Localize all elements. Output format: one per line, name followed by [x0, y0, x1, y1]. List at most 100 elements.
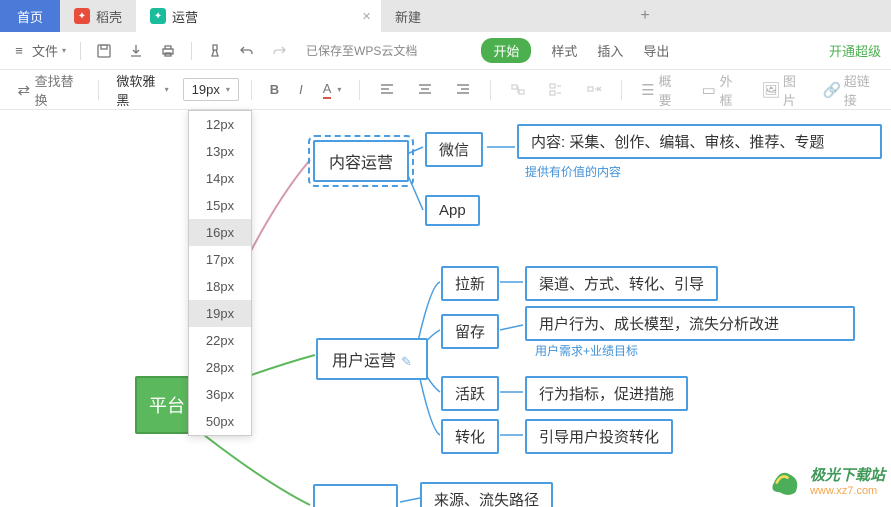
mindmap-canvas[interactable]: 平台 内容运营 微信 App 内容: 采集、创作、编辑、审核、推荐、专题 提供有… — [0, 110, 891, 507]
undo-button[interactable] — [238, 42, 256, 60]
tab-daoke[interactable]: ✦ 稻壳 — [60, 0, 136, 32]
node-u2-note: 用户需求+业绩目标 — [535, 342, 638, 359]
vip-link[interactable]: 开通超级 — [829, 41, 881, 60]
toolbar-main: ≡ 文件 ▾ 已保存至WPS云文档 开始 样式 插入 导出 开通超级 — [0, 32, 891, 70]
node-text: 微信 — [439, 142, 469, 159]
overview-button[interactable]: ☰概要 — [634, 67, 687, 113]
align-right-button[interactable] — [448, 77, 478, 103]
hyperlink-label: 超链接 — [844, 71, 875, 109]
menu-group: 开始 样式 插入 导出 — [481, 38, 669, 63]
divider — [191, 42, 192, 60]
separator — [98, 80, 99, 100]
caret-down-icon: ▾ — [337, 85, 341, 94]
font-size-option[interactable]: 16px — [189, 219, 251, 246]
node-text: 活跃 — [455, 386, 485, 403]
tab-active[interactable]: ✦ 运营 × — [136, 0, 381, 32]
frame-button[interactable]: ▭外框 — [695, 67, 748, 113]
font-color-button[interactable]: A▾ — [317, 77, 348, 103]
node-extra-empty[interactable] — [313, 484, 398, 507]
menu-insert[interactable]: 插入 — [597, 41, 623, 60]
divider — [80, 42, 81, 60]
print-icon — [159, 42, 177, 60]
node-app[interactable]: App — [425, 195, 480, 226]
print-button[interactable] — [159, 42, 177, 60]
node-text: 转化 — [455, 429, 485, 446]
delete-node-button[interactable] — [579, 77, 609, 103]
node-u2[interactable]: 留存 — [441, 314, 499, 349]
align-left-icon — [378, 81, 396, 99]
node-source[interactable]: 来源、流失路径 — [420, 482, 553, 507]
mindmap-icon: ✦ — [150, 8, 166, 24]
watermark-url: www.xz7.com — [810, 485, 885, 497]
toolbar-format: ⇄ 查找替换 微软雅黑 ▾ 19px ▾ B I A▾ ☰概要 ▭外框 🖼图片 … — [0, 70, 891, 110]
font-size-select[interactable]: 19px ▾ — [183, 78, 239, 101]
menu-style[interactable]: 样式 — [551, 41, 577, 60]
tab-add[interactable]: + — [626, 0, 664, 32]
add-child-button[interactable] — [503, 77, 533, 103]
font-size-option[interactable]: 15px — [189, 192, 251, 219]
menu-start[interactable]: 开始 — [481, 38, 531, 63]
brush-icon — [206, 42, 224, 60]
hyperlink-button[interactable]: 🔗超链接 — [817, 67, 881, 113]
separator — [490, 80, 491, 100]
bold-button[interactable]: B — [264, 78, 285, 101]
node-content-note: 提供有价值的内容 — [525, 163, 621, 180]
node-u3[interactable]: 活跃 — [441, 376, 499, 411]
node-content-detail[interactable]: 内容: 采集、创作、编辑、审核、推荐、专题 — [517, 124, 882, 159]
image-button[interactable]: 🖼图片 — [756, 67, 809, 113]
file-label: 文件 — [32, 41, 58, 60]
find-replace-label: 查找替换 — [35, 71, 80, 109]
edit-icon[interactable]: ✎ — [401, 354, 412, 370]
font-size-option[interactable]: 19px — [189, 300, 251, 327]
download-button[interactable] — [127, 42, 145, 60]
font-size-option[interactable]: 14px — [189, 165, 251, 192]
font-size-option[interactable]: 50px — [189, 408, 251, 435]
save-button[interactable] — [95, 42, 113, 60]
font-size-dropdown: 12px13px14px15px16px17px18px19px22px28px… — [188, 110, 252, 436]
close-icon[interactable]: × — [362, 8, 371, 25]
caret-down-icon: ▾ — [62, 46, 66, 55]
font-size-option[interactable]: 13px — [189, 138, 251, 165]
font-size-option[interactable]: 17px — [189, 246, 251, 273]
format-painter-button[interactable] — [206, 42, 224, 60]
node-text: 来源、流失路径 — [434, 492, 539, 507]
node-wechat[interactable]: 微信 — [425, 132, 483, 167]
redo-button[interactable] — [270, 42, 288, 60]
tab-new-label: 新建 — [395, 7, 421, 26]
watermark-logo-icon — [764, 459, 806, 501]
node-u3-detail[interactable]: 行为指标，促进措施 — [525, 376, 688, 411]
add-sibling-button[interactable] — [541, 77, 571, 103]
delete-node-icon — [585, 81, 603, 99]
node-u4[interactable]: 转化 — [441, 419, 499, 454]
image-icon: 🖼 — [762, 81, 780, 99]
font-family-select[interactable]: 微软雅黑 ▾ — [110, 68, 174, 112]
tab-home[interactable]: 首页 — [0, 0, 60, 32]
align-left-button[interactable] — [372, 77, 402, 103]
node-text: 留存 — [455, 324, 485, 341]
font-size-option[interactable]: 18px — [189, 273, 251, 300]
node-u4-detail[interactable]: 引导用户投资转化 — [525, 419, 673, 454]
image-label: 图片 — [783, 71, 803, 109]
align-center-button[interactable] — [410, 77, 440, 103]
font-size-option[interactable]: 36px — [189, 381, 251, 408]
separator — [359, 80, 360, 100]
find-replace-button[interactable]: ⇄ 查找替换 — [10, 67, 86, 113]
node-content-ops[interactable]: 内容运营 — [313, 140, 409, 182]
node-u1[interactable]: 拉新 — [441, 266, 499, 301]
node-text: 拉新 — [455, 276, 485, 293]
menu-export[interactable]: 导出 — [643, 41, 669, 60]
font-name-value: 微软雅黑 — [116, 71, 160, 109]
file-menu[interactable]: ≡ 文件 ▾ — [10, 41, 66, 60]
watermark-title: 极光下载站 — [810, 464, 885, 485]
node-text: 内容: 采集、创作、编辑、审核、推荐、专题 — [531, 134, 824, 151]
font-size-option[interactable]: 22px — [189, 327, 251, 354]
node-user-ops[interactable]: 用户运营✎ — [316, 338, 428, 380]
node-u2-detail[interactable]: 用户行为、成长模型，流失分析改进 — [525, 306, 855, 341]
tab-new[interactable]: 新建 — [381, 0, 626, 32]
font-size-option[interactable]: 12px — [189, 111, 251, 138]
redo-icon — [270, 42, 288, 60]
italic-button[interactable]: I — [293, 78, 309, 101]
font-size-option[interactable]: 28px — [189, 354, 251, 381]
node-u1-detail[interactable]: 渠道、方式、转化、引导 — [525, 266, 718, 301]
node-text: 用户行为、成长模型，流失分析改进 — [539, 316, 779, 333]
